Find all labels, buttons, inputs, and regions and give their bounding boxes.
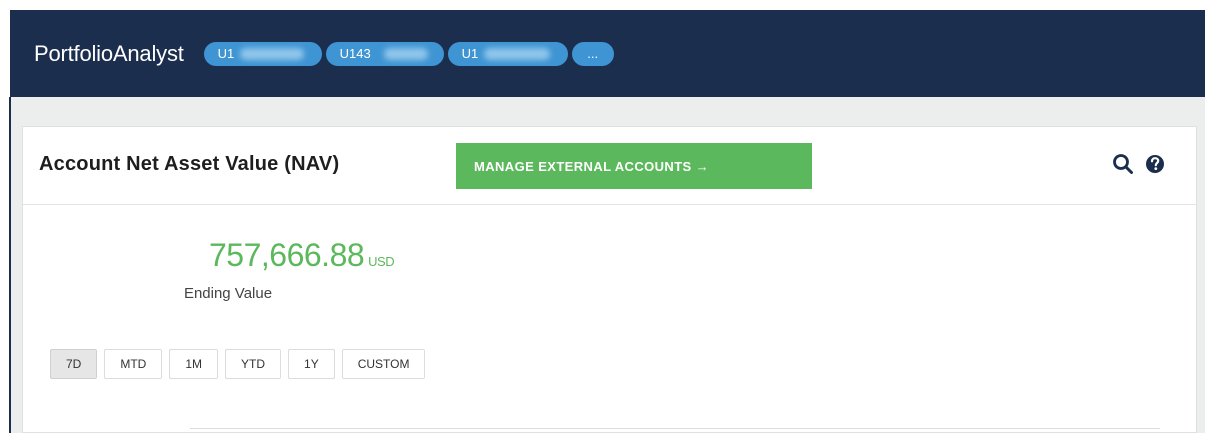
question-circle-icon[interactable] bbox=[1143, 151, 1167, 177]
nav-panel: Account Net Asset Value (NAV) MANAGE EXT… bbox=[22, 126, 1197, 433]
redacted-mask bbox=[239, 47, 304, 60]
panel-title: Account Net Asset Value (NAV) bbox=[39, 153, 340, 175]
range-button-ytd[interactable]: YTD bbox=[225, 349, 282, 379]
range-button-custom[interactable]: CUSTOM bbox=[341, 349, 426, 379]
account-selector: U1 U143 U1 ... bbox=[203, 41, 614, 66]
app-header: PortfolioAnalyst U1 U143 U1 ... bbox=[10, 10, 1205, 97]
range-button-1m[interactable]: 1M bbox=[169, 349, 219, 379]
redacted-mask bbox=[383, 47, 428, 60]
account-pill-label: U1 bbox=[217, 45, 235, 61]
range-button-1y[interactable]: 1Y bbox=[288, 349, 335, 379]
account-pill[interactable]: U1 bbox=[203, 41, 322, 66]
chart-baseline bbox=[190, 428, 1160, 429]
more-accounts-button[interactable]: ... bbox=[571, 41, 614, 66]
nav-amount: 757,666.88 bbox=[209, 237, 365, 273]
panel-header: Account Net Asset Value (NAV) MANAGE EXT… bbox=[23, 127, 1196, 205]
time-range-selector: 7D MTD 1M YTD 1Y CUSTOM bbox=[50, 349, 426, 379]
manage-external-accounts-button[interactable]: MANAGE EXTERNAL ACCOUNTS → bbox=[456, 143, 812, 189]
account-pill[interactable]: U1 bbox=[447, 41, 568, 66]
more-accounts-label: ... bbox=[587, 45, 599, 61]
top-strip bbox=[0, 0, 1205, 10]
nav-label: Ending Value bbox=[183, 285, 273, 302]
nav-currency: USD bbox=[368, 254, 395, 269]
account-pill-label: U143 bbox=[339, 45, 371, 61]
account-pill[interactable]: U143 bbox=[325, 41, 444, 66]
nav-value: 757,666.88 USD bbox=[209, 237, 395, 274]
app-title: PortfolioAnalyst bbox=[34, 40, 184, 66]
redacted-mask bbox=[483, 47, 550, 60]
range-button-7d[interactable]: 7D bbox=[50, 349, 98, 379]
search-icon[interactable] bbox=[1111, 151, 1135, 177]
account-pill-label: U1 bbox=[461, 45, 479, 61]
range-button-mtd[interactable]: MTD bbox=[104, 349, 163, 379]
